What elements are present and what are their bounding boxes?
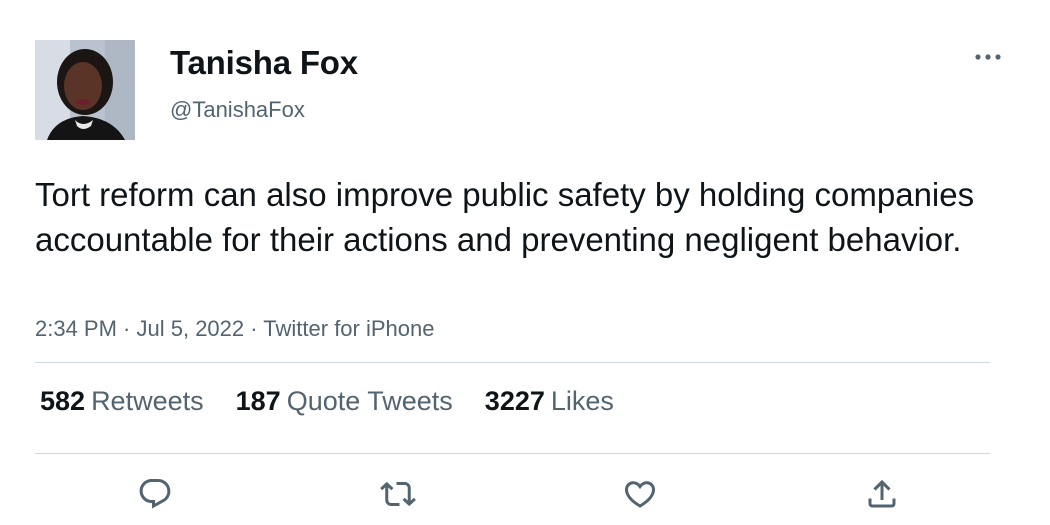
retweet-icon	[380, 481, 416, 507]
quote-tweets-count: 187	[235, 386, 281, 416]
tweet-meta: 2:34 PM · Jul 5, 2022 · Twitter for iPho…	[35, 316, 434, 342]
profile-photo-icon	[35, 40, 135, 140]
divider	[35, 362, 990, 363]
heart-icon	[624, 481, 656, 508]
tweet-date-link[interactable]: Jul 5, 2022	[137, 316, 245, 341]
avatar[interactable]	[35, 40, 135, 140]
divider	[35, 453, 990, 454]
tweet-source-link[interactable]: Twitter for iPhone	[263, 316, 434, 341]
share-button[interactable]	[862, 474, 902, 514]
user-handle[interactable]: @TanishaFox	[170, 97, 305, 123]
tweet-card: Tanisha Fox @TanishaFox Tort reform can …	[0, 0, 1050, 525]
likes-stat[interactable]: 3227 Likes	[485, 386, 614, 417]
retweets-count: 582	[40, 386, 86, 416]
tweet-stats: 582 Retweets 187 Quote Tweets 3227 Likes	[40, 386, 614, 417]
meta-separator: ·	[116, 316, 137, 341]
reply-button[interactable]	[135, 474, 175, 514]
retweets-label: Retweets	[91, 386, 204, 416]
more-dots-icon	[975, 54, 1001, 60]
reply-icon	[139, 479, 171, 509]
retweet-button[interactable]	[378, 474, 418, 514]
share-icon	[868, 479, 896, 508]
retweets-stat[interactable]: 582 Retweets	[40, 386, 204, 417]
likes-label: Likes	[550, 386, 614, 416]
display-name[interactable]: Tanisha Fox	[170, 44, 358, 82]
quote-tweets-stat[interactable]: 187 Quote Tweets	[236, 386, 453, 417]
more-options-button[interactable]	[970, 44, 1006, 70]
meta-separator: ·	[244, 316, 264, 341]
tweet-time-link[interactable]: 2:34 PM	[35, 316, 117, 341]
tweet-text: Tort reform can also improve public safe…	[35, 176, 975, 258]
quote-tweets-label: Quote Tweets	[286, 386, 453, 416]
like-button[interactable]	[620, 474, 660, 514]
likes-count: 3227	[484, 386, 545, 416]
